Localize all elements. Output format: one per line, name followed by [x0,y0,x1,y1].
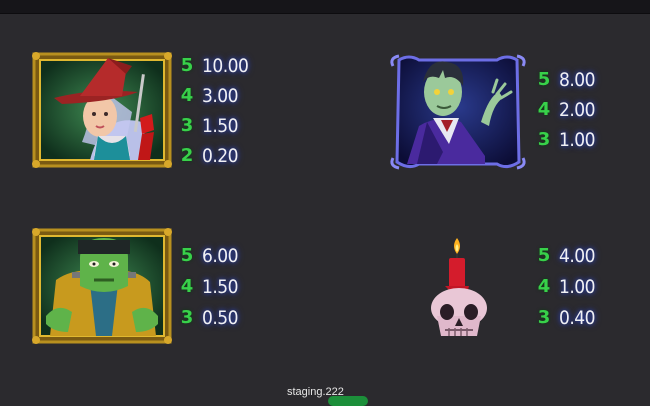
payout-value: 1.50 [202,276,239,298]
frankenstein-paytable: 5 6.00 4 1.50 3 0.50 [180,244,270,334]
match-count: 5 [180,55,194,76]
witch-symbol [32,52,172,168]
top-bar [0,0,650,14]
payout-value: 0.50 [202,307,239,329]
match-count: 5 [537,245,551,266]
skull-candle-icon [431,238,487,336]
payout-value: 0.20 [202,145,239,167]
skull-candle-paytable: 5 4.00 4 1.00 3 0.40 [537,244,627,334]
frankenstein-icon [32,228,172,344]
payout-value: 1.00 [559,276,596,298]
match-count: 5 [180,245,194,266]
frankenstein-symbol [32,228,172,344]
vampire-icon [390,54,526,170]
payout-value: 8.00 [559,69,596,91]
vampire-paytable: 5 8.00 4 2.00 3 1.00 [537,68,627,158]
match-count: 4 [180,85,194,106]
vampire-symbol [389,52,527,172]
match-count: 4 [537,99,551,120]
match-count: 4 [180,276,194,297]
payout-value: 1.50 [202,115,239,137]
spin-button[interactable] [328,396,368,406]
match-count: 2 [180,145,194,166]
payout-value: 3.00 [202,85,239,107]
payout-value: 6.00 [202,245,239,267]
match-count: 5 [537,69,551,90]
payout-value: 2.00 [559,99,596,121]
match-count: 3 [537,129,551,150]
match-count: 3 [180,115,194,136]
match-count: 4 [537,276,551,297]
witch-paytable: 5 10.00 4 3.00 3 1.50 2 0.20 [180,54,270,174]
payout-value: 4.00 [559,245,596,267]
skull-candle-symbol [423,236,495,340]
match-count: 3 [180,307,194,328]
payout-value: 1.00 [559,129,596,151]
payout-value: 10.00 [202,55,249,77]
match-count: 3 [537,307,551,328]
payout-value: 0.40 [559,307,596,329]
witch-icon [32,52,172,168]
